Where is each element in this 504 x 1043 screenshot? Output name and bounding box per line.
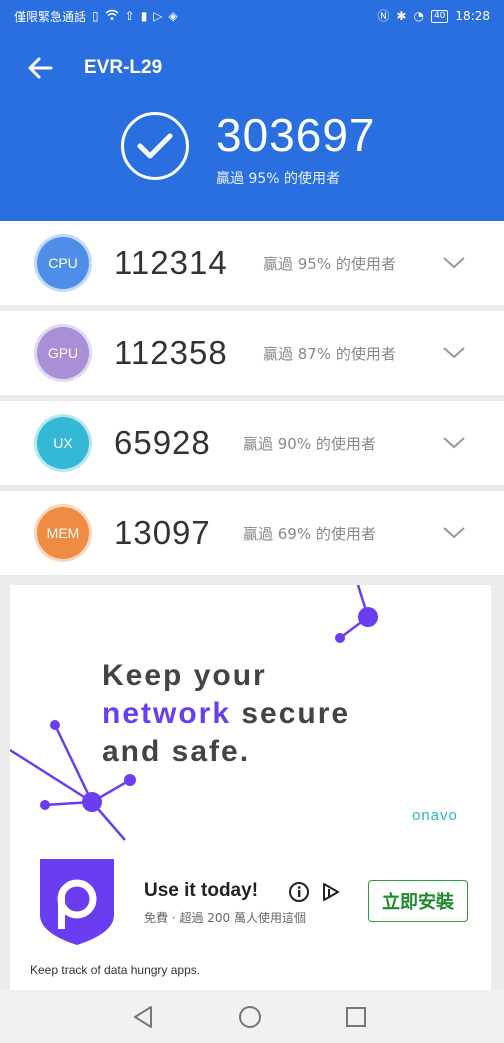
ad-banner[interactable]: Keep your network secure and safe. onavo… — [10, 585, 491, 990]
ad-headline-line1: Keep your — [102, 659, 267, 692]
speed-icon: ◔ — [413, 9, 424, 23]
play-store-icon: ▷ — [153, 9, 163, 23]
cpu-score: 112314 — [114, 244, 228, 281]
chevron-down-icon[interactable] — [442, 521, 466, 545]
shield-app-icon: ◈ — [168, 9, 178, 23]
gpu-percent-text: 贏過 87% 的使用者 — [263, 344, 396, 363]
score-row-mem[interactable]: MEM 13097 贏過 69% 的使用者 — [0, 491, 504, 575]
adchoices-icon[interactable] — [320, 881, 342, 903]
cpu-percent-text: 贏過 95% 的使用者 — [263, 254, 396, 273]
cpu-badge: CPU — [37, 237, 89, 289]
ux-percent-text: 贏過 90% 的使用者 — [243, 434, 376, 453]
mem-percent-text: 贏過 69% 的使用者 — [243, 524, 376, 543]
info-icon[interactable] — [288, 881, 310, 903]
chevron-down-icon[interactable] — [442, 341, 466, 365]
ad-headline-line2: network secure — [102, 695, 350, 733]
ad-footer-text: Keep track of data hungry apps. — [30, 963, 201, 977]
battery-saver-icon: ▮ — [140, 9, 148, 23]
battery-icon: 40 — [430, 9, 449, 23]
wifi-icon — [105, 9, 119, 23]
header: 僅限緊急通話 ▯ ⇧ ▮ ▷ ◈ Ⓝ ✱ ◔ 40 18:28 EVR-L29 — [0, 0, 504, 221]
upload-icon: ⇧ — [124, 9, 135, 23]
gpu-badge: GPU — [37, 327, 89, 379]
status-bar: 僅限緊急通話 ▯ ⇧ ▮ ▷ ◈ Ⓝ ✱ ◔ 40 18:28 — [0, 0, 504, 32]
mem-score: 13097 — [114, 514, 211, 551]
back-icon — [134, 1006, 152, 1028]
ad-headline-secure: secure — [231, 697, 351, 730]
nav-home-button[interactable] — [235, 1002, 265, 1032]
app-subtitle: 免費 · 超過 200 萬人使用這個 — [144, 911, 306, 925]
brand-logo: onavo — [412, 807, 458, 824]
arrow-left-icon — [28, 57, 53, 79]
navigation-bar — [0, 990, 504, 1043]
chevron-down-icon[interactable] — [442, 431, 466, 455]
home-icon — [239, 1006, 261, 1028]
recents-icon — [346, 1007, 366, 1027]
chevron-down-icon[interactable] — [442, 251, 466, 275]
gpu-score: 112358 — [114, 334, 228, 371]
clock: 18:28 — [455, 9, 490, 23]
ad-headline: Keep your network secure and safe. — [102, 657, 350, 771]
back-button[interactable] — [20, 48, 60, 88]
ux-score: 65928 — [114, 424, 211, 461]
total-percent-text: 贏過 95% 的使用者 — [216, 171, 341, 187]
score-row-ux[interactable]: UX 65928 贏過 90% 的使用者 — [0, 401, 504, 485]
mem-badge: MEM — [37, 507, 89, 559]
top-bar: EVR-L29 — [0, 46, 504, 90]
nav-recents-button[interactable] — [341, 1002, 371, 1032]
carrier-text: 僅限緊急通話 — [14, 9, 87, 24]
total-score-area: 303697 贏過 95% 的使用者 — [0, 104, 504, 204]
nfc-icon: Ⓝ — [377, 9, 390, 23]
ad-headline-line3: and safe. — [102, 735, 251, 768]
install-button[interactable]: 立即安裝 — [368, 880, 468, 922]
total-score: 303697 — [216, 109, 376, 161]
bluetooth-icon: ✱ — [396, 9, 407, 23]
device-name: EVR-L29 — [84, 57, 163, 78]
check-circle-icon — [121, 112, 189, 180]
ad-headline-accent: network — [102, 697, 232, 730]
app-name: Use it today! — [144, 880, 259, 901]
score-row-gpu[interactable]: GPU 112358 贏過 87% 的使用者 — [0, 311, 504, 395]
nav-back-button[interactable] — [128, 1002, 158, 1032]
sim-icon: ▯ — [92, 9, 99, 23]
ux-badge: UX — [37, 417, 89, 469]
score-row-cpu[interactable]: CPU 112314 贏過 95% 的使用者 — [0, 221, 504, 305]
app-shield-icon — [40, 859, 114, 945]
